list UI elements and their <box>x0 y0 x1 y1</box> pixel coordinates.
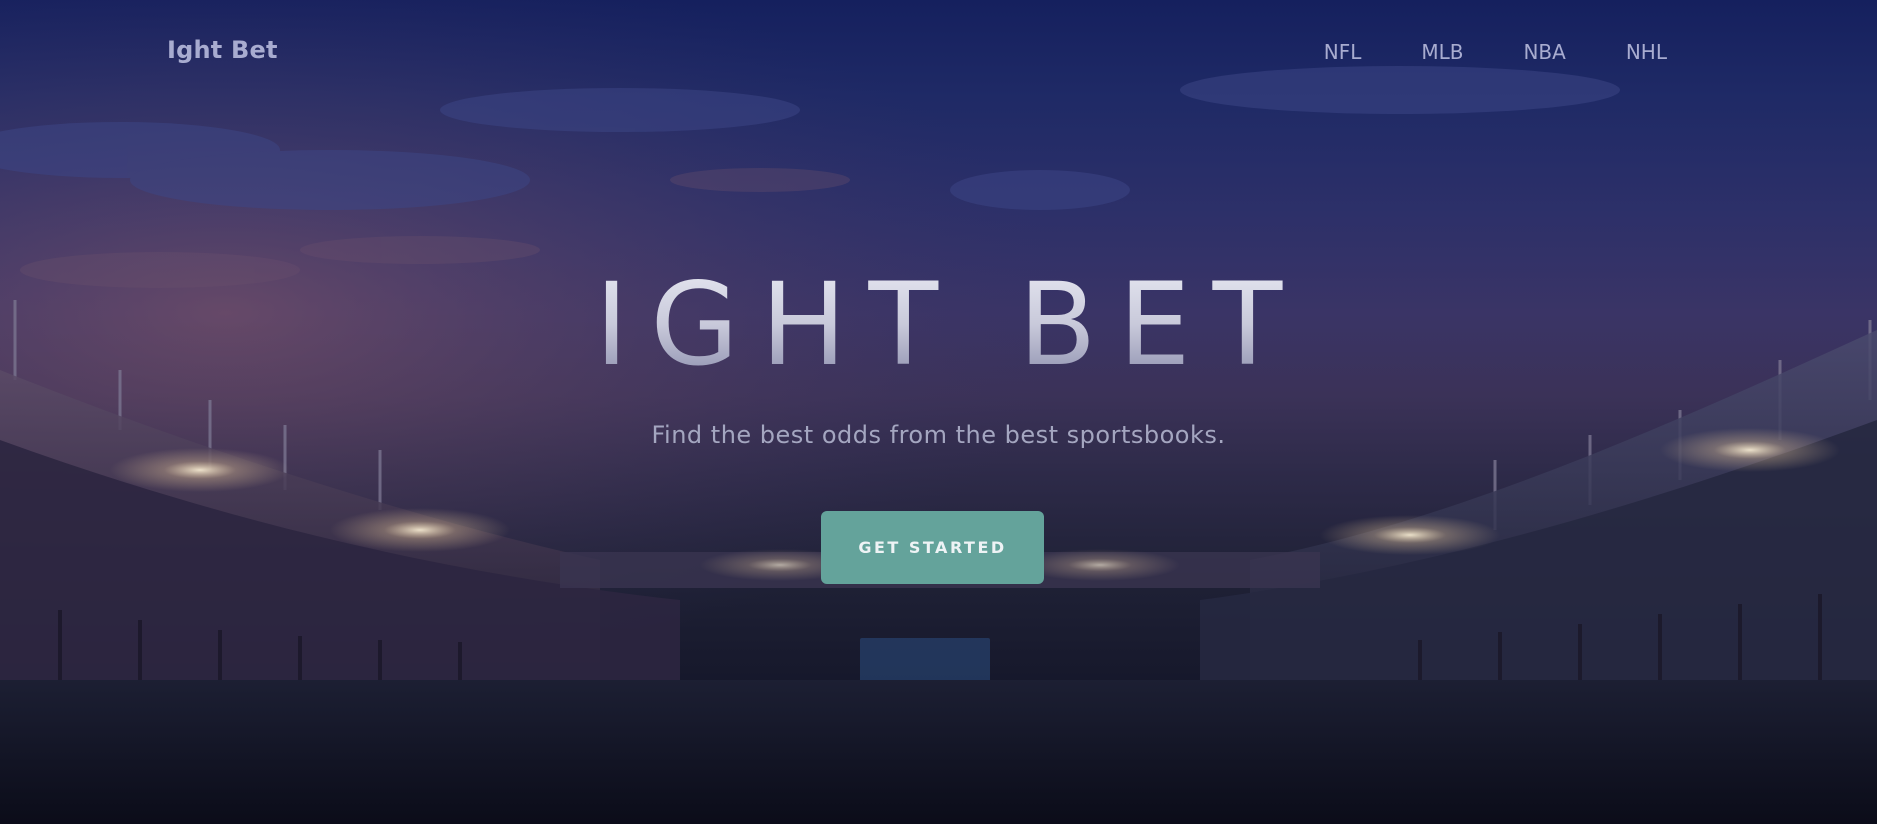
top-navbar: Ight Bet NFL MLB NBA NHL <box>0 0 1877 104</box>
hero-title: IGHT BET <box>0 268 1877 382</box>
nav-link-nfl[interactable]: NFL <box>1324 40 1362 64</box>
hero-subtitle: Find the best odds from the best sportsb… <box>651 421 1226 449</box>
brand-logo-link[interactable]: Ight Bet <box>167 36 278 64</box>
nav-link-nba[interactable]: NBA <box>1523 40 1565 64</box>
get-started-button[interactable]: GET STARTED <box>821 511 1044 584</box>
nav-link-mlb[interactable]: MLB <box>1421 40 1463 64</box>
stadium-background-image <box>0 0 1877 824</box>
hero-section: Ight Bet NFL MLB NBA NHL IGHT BET Find t… <box>0 0 1877 824</box>
nav-links: NFL MLB NBA NHL <box>1264 40 1667 64</box>
nav-link-nhl[interactable]: NHL <box>1626 40 1667 64</box>
